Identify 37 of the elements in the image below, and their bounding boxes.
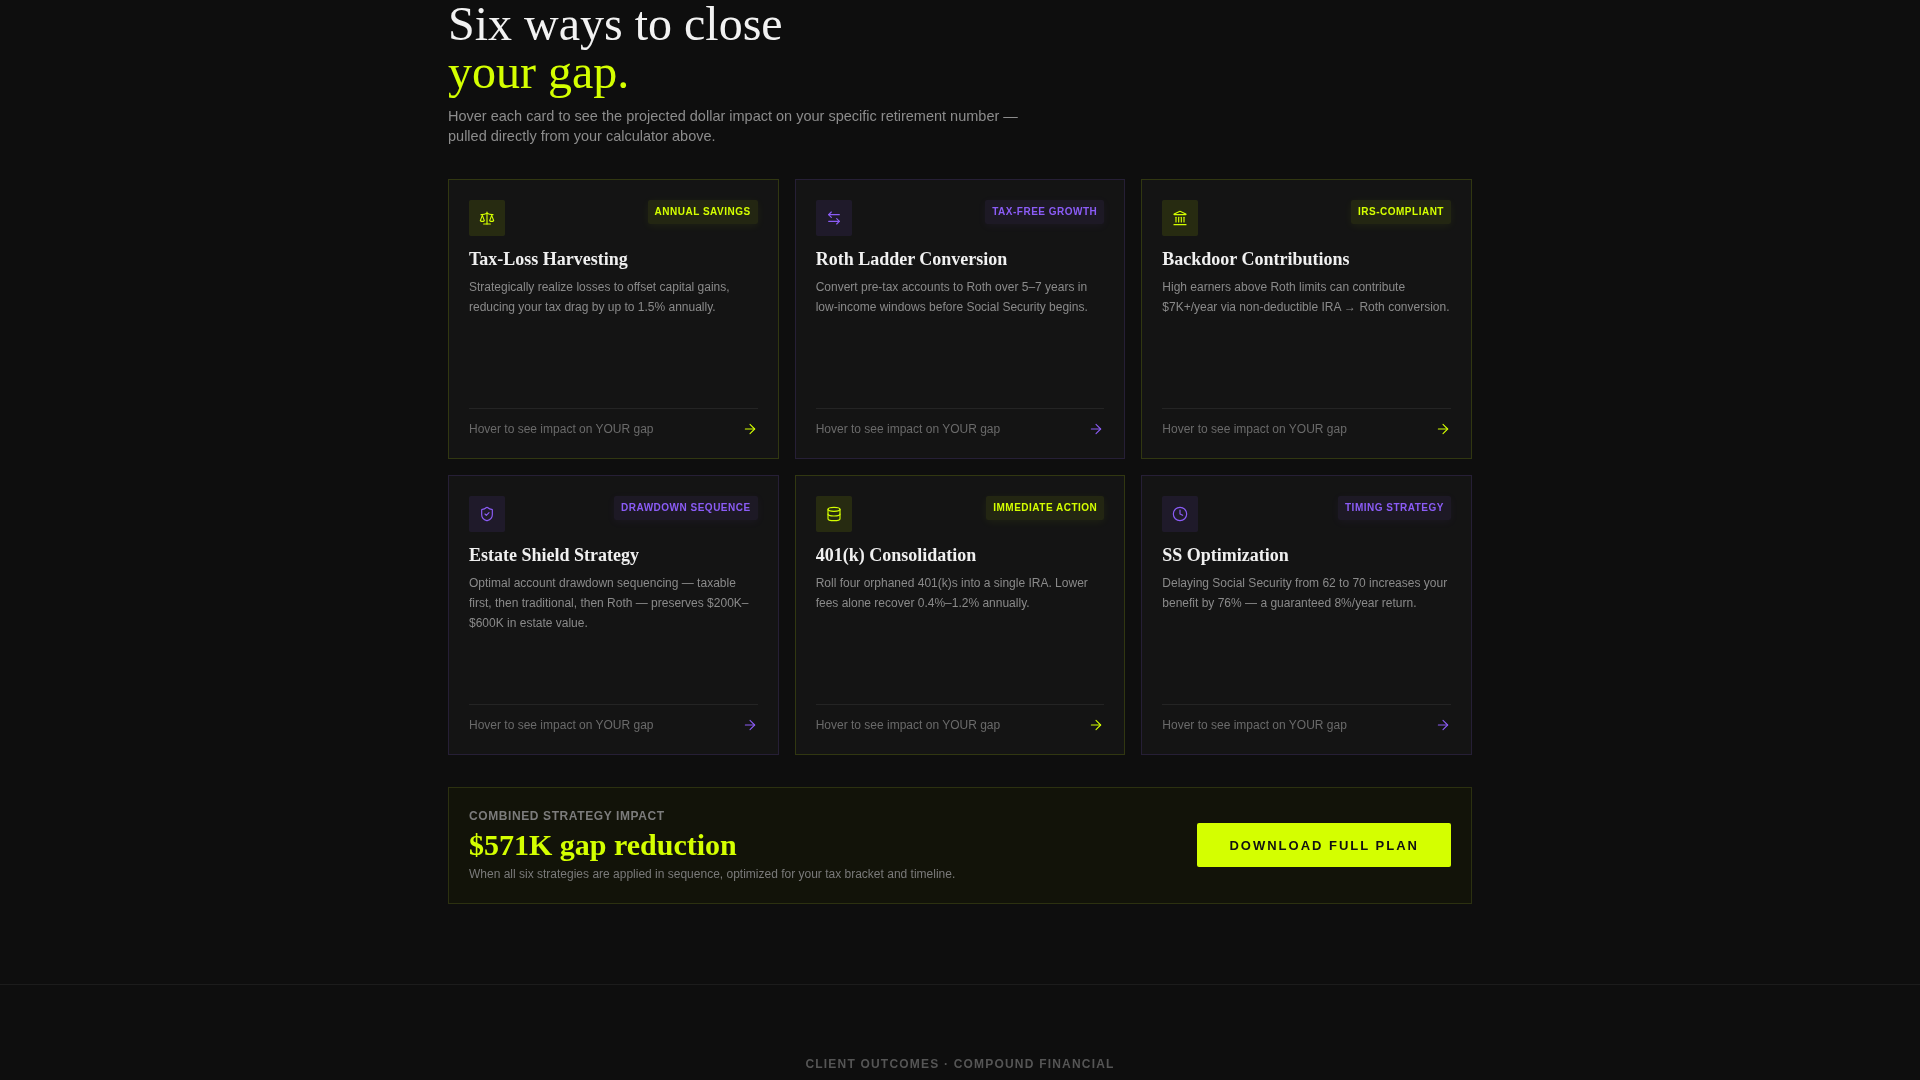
clock-icon bbox=[1162, 496, 1199, 532]
card-description: Strategically realize losses to offset capital gains, reducing your tax drag by up to 1.5% annually. bbox=[469, 279, 731, 316]
bank-icon bbox=[1162, 200, 1199, 236]
strategy-tag: TIMING STRATEGY bbox=[1338, 496, 1451, 520]
impact-hint: Hover to see impact on YOUR gap bbox=[815, 421, 1001, 438]
card-description: Roll four orphaned 401(k)s into a single IRA. Lower fees alone recover 0.4%–1.2% annually. bbox=[815, 575, 1089, 612]
arrows-icon bbox=[815, 200, 852, 236]
footer-caption: CLIENT OUTCOMES · COMPOUND FINANCIAL bbox=[805, 1056, 1115, 1072]
impact-hint: Hover to see impact on YOUR gap bbox=[469, 421, 654, 438]
card-description: Delaying Social Security from 62 to 70 increases your benefit by 76% — a guaranteed 8%/year return. bbox=[1162, 575, 1449, 612]
strategy-tag: IRS-COMPLIANT bbox=[1351, 200, 1451, 224]
scale-icon bbox=[469, 200, 505, 236]
strategy-tag: DRAWDOWN SEQUENCE bbox=[614, 496, 758, 520]
card-title: 401(k) Consolidation bbox=[815, 544, 978, 567]
strategy-tag: IMMEDIATE ACTION bbox=[986, 496, 1105, 520]
impact-hint: Hover to see impact on YOUR gap bbox=[815, 717, 1001, 734]
impact-hint: Hover to see impact on YOUR gap bbox=[1162, 717, 1347, 734]
card-title: Tax-Loss Harvesting bbox=[469, 248, 629, 271]
gap-reduction-value: $571K gap reduction bbox=[469, 828, 738, 862]
impact-hint: Hover to see impact on YOUR gap bbox=[1162, 421, 1347, 438]
card-description: High earners above Roth limits can contribute $7K+/year via non-deductible IRA → Roth conversion. bbox=[1162, 279, 1451, 316]
card-title: Backdoor Contributions bbox=[1162, 248, 1351, 271]
card-description: Optimal account drawdown sequencing — taxable first, then traditional, then Roth — preserves $200K–$600K in estate value. bbox=[469, 575, 750, 632]
card-description: Convert pre-tax accounts to Roth over 5–7 years in low-income windows before Social Security begins. bbox=[815, 279, 1089, 316]
card-title: SS Optimization bbox=[1162, 544, 1290, 567]
summary-description: When all six strategies are applied in sequence, optimized for your tax bracket and timeline. bbox=[469, 866, 956, 882]
shield-check-icon bbox=[469, 496, 505, 532]
section-heading: Six ways to close your gap. bbox=[448, 0, 784, 96]
summary-label: COMBINED STRATEGY IMPACT bbox=[469, 808, 666, 824]
card-title: Estate Shield Strategy bbox=[469, 544, 640, 567]
database-icon bbox=[815, 496, 852, 532]
section-subtitle: Hover each card to see the projected dollar impact on your specific retirement number — pulled directly from your calculator above. bbox=[448, 107, 1019, 146]
download-plan-button[interactable]: DOWNLOAD FULL PLAN bbox=[1197, 823, 1451, 867]
card-title: Roth Ladder Conversion bbox=[815, 248, 1009, 271]
impact-hint: Hover to see impact on YOUR gap bbox=[469, 717, 654, 734]
strategy-tag: TAX-FREE GROWTH bbox=[985, 200, 1105, 224]
strategy-tag: ANNUAL SAVINGS bbox=[647, 200, 758, 224]
